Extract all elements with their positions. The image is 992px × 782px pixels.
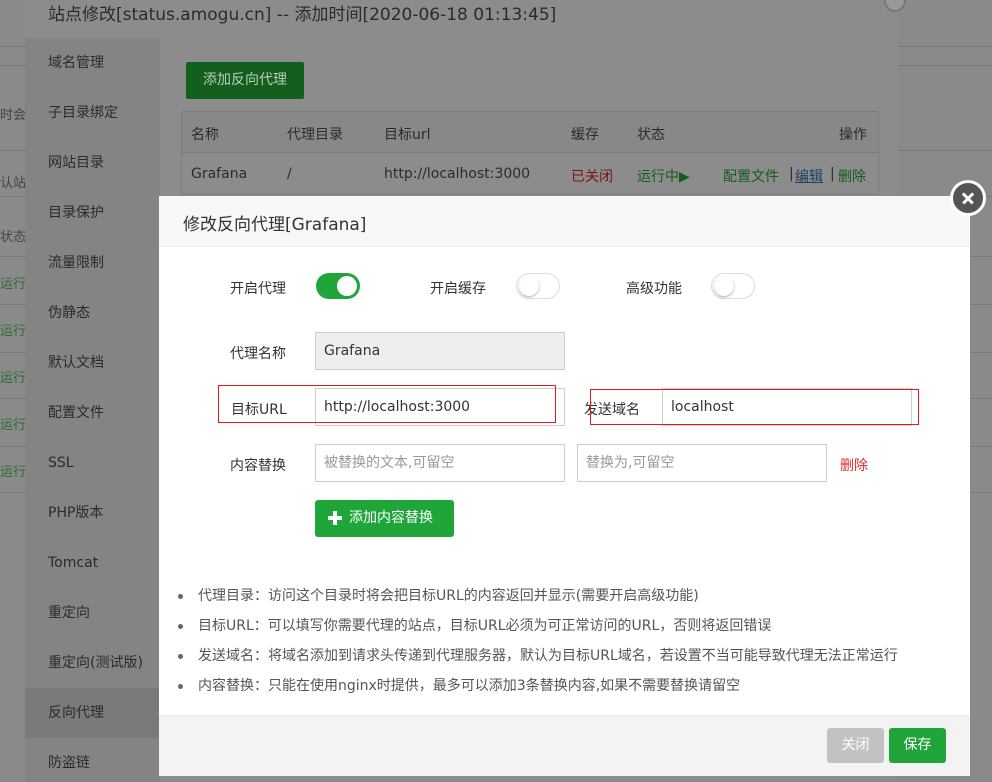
column-header-dir: 代理目录 [287,127,343,143]
row-name: Grafana [191,166,248,182]
tip-text: 发送域名：将域名添加到请求头传递到代理服务器，默认为目标URL域名，若设置不当可… [198,648,898,664]
sidebar-item-dir-protect[interactable]: 目录保护 [25,188,160,238]
sidebar-item-default-doc[interactable]: 默认文档 [25,338,160,388]
sidebar-item-hotlink[interactable]: 防盗链 [25,738,160,782]
tip-text: 目标URL：可以填写你需要代理的站点，目标URL必须为可正常访问的URL，否则将… [198,618,772,634]
row-url: http://localhost:3000 [384,166,531,182]
site-dialog-title: 站点修改[status.amogu.cn] -- 添加时间[2020-06-18… [48,5,557,25]
highlight-box-send-domain [590,389,919,425]
modal-title: 修改反向代理[Grafana] [183,215,367,235]
column-header-url: 目标url [384,127,431,143]
site-sidebar: 域名管理 子目录绑定 网站目录 目录保护 流量限制 伪静态 默认文档 配置文件 … [25,38,160,782]
sidebar-item-redirect-beta[interactable]: 重定向(测试版) [25,638,160,688]
sidebar-item-site-dir[interactable]: 网站目录 [25,138,160,188]
proxy-table: 名称 代理目录 目标url 缓存 状态 操作 Grafana / http://… [181,111,879,195]
enable-proxy-label: 开启代理 [230,281,286,297]
list-item: 内容替换：只能在使用nginx时提供，最多可以添加3条替换内容,如果不需要替换请… [175,675,965,705]
sidebar-item-rewrite[interactable]: 伪静态 [25,288,160,338]
action-separator: | [789,166,794,182]
content-replace-label: 内容替换 [230,458,286,474]
row-edit-link[interactable]: 编辑 [795,166,823,186]
action-separator: | [830,166,835,182]
row-config-link[interactable]: 配置文件 [723,166,779,186]
list-item: 代理目录：访问这个目录时将会把目标URL的内容返回并显示(需要开启高级功能) [175,585,965,615]
bullet-icon [178,654,183,659]
sidebar-item-redirect[interactable]: 重定向 [25,588,160,638]
modal-footer: 关闭 保存 [159,715,970,776]
toggle-knob [714,276,734,296]
add-reverse-proxy-button[interactable]: 添加反向代理 [186,62,304,99]
list-item: 发送域名：将域名添加到请求头传递到代理服务器，默认为目标URL域名，若设置不当可… [175,645,965,675]
column-header-status: 状态 [637,127,665,143]
enable-cache-label: 开启缓存 [430,281,486,297]
highlight-box-target-url [218,385,556,423]
toggle-knob [519,276,539,296]
help-tips-list: 代理目录：访问这个目录时将会把目标URL的内容返回并显示(需要开启高级功能) 目… [175,585,965,705]
sidebar-item-php-version[interactable]: PHP版本 [25,488,160,538]
replace-to-input[interactable]: 替换为,可留空 [577,444,827,482]
sidebar-item-domain[interactable]: 域名管理 [25,38,160,88]
column-header-cache: 缓存 [571,127,599,143]
column-header-name: 名称 [191,127,219,143]
sidebar-item-config-file[interactable]: 配置文件 [25,388,160,438]
bullet-icon [178,684,183,689]
column-header-action: 操作 [839,127,867,143]
tip-text: 内容替换：只能在使用nginx时提供，最多可以添加3条替换内容,如果不需要替换请… [198,678,741,694]
list-item: 目标URL：可以填写你需要代理的站点，目标URL必须为可正常访问的URL，否则将… [175,615,965,645]
sidebar-item-tomcat[interactable]: Tomcat [25,538,160,588]
bullet-icon [178,624,183,629]
modal-close-icon[interactable] [950,180,986,216]
enable-proxy-toggle[interactable] [316,273,360,299]
modal-header: 修改反向代理[Grafana] [159,196,970,247]
sidebar-item-reverse-proxy[interactable]: 反向代理 [25,688,160,738]
sidebar-item-ssl[interactable]: SSL [25,438,160,488]
tip-text: 代理目录：访问这个目录时将会把目标URL的内容返回并显示(需要开启高级功能) [198,588,699,604]
bullet-icon [178,594,183,599]
enable-cache-toggle[interactable] [516,273,560,299]
close-button[interactable]: 关闭 [827,728,884,763]
row-delete-link[interactable]: 删除 [838,166,866,186]
advanced-label: 高级功能 [626,281,682,297]
row-dir: / [287,166,292,182]
proxy-name-label: 代理名称 [230,346,286,362]
row-run-status[interactable]: 运行中▶ [637,166,690,186]
advanced-toggle[interactable] [711,273,755,299]
delete-replace-link[interactable]: 删除 [840,455,868,475]
save-button[interactable]: 保存 [889,728,946,763]
add-content-replace-label: 添加内容替换 [349,510,433,526]
proxy-name-field[interactable]: Grafana [315,332,565,370]
toggle-knob [337,276,357,296]
sidebar-item-traffic-limit[interactable]: 流量限制 [25,238,160,288]
add-content-replace-button[interactable]: 添加内容替换 [315,500,454,537]
sidebar-item-subdir[interactable]: 子目录绑定 [25,88,160,138]
edit-reverse-proxy-modal: 修改反向代理[Grafana] 开启代理 开启缓存 高级功能 代理名称 Graf… [159,196,970,776]
replace-from-input[interactable]: 被替换的文本,可留空 [315,444,565,482]
row-cache-status[interactable]: 已关闭 [571,166,613,186]
plus-icon [328,511,342,525]
